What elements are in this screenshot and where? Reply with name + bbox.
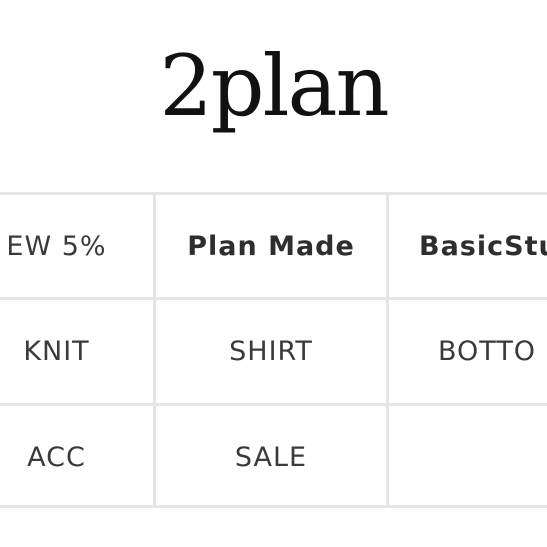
menu-item-shirt[interactable]: SHIRT <box>156 300 386 403</box>
menu-item-plan-made[interactable]: Plan Made <box>156 195 386 297</box>
menu-item-knit[interactable]: KNIT <box>0 300 153 403</box>
category-menu-grid: EW 5% Plan Made BasicStu KNIT SHIRT BOTT… <box>0 192 547 508</box>
menu-item-basic-studio[interactable]: BasicStu <box>389 195 547 297</box>
menu-item-acc[interactable]: ACC <box>0 406 153 505</box>
menu-item-sale[interactable]: SALE <box>156 406 386 505</box>
brand-logo[interactable]: 2plan <box>0 44 547 128</box>
site-header: 2plan <box>0 0 547 192</box>
menu-item-empty <box>389 406 547 505</box>
menu-item-bottom[interactable]: BOTTO <box>389 300 547 403</box>
menu-item-new[interactable]: EW 5% <box>0 195 153 297</box>
